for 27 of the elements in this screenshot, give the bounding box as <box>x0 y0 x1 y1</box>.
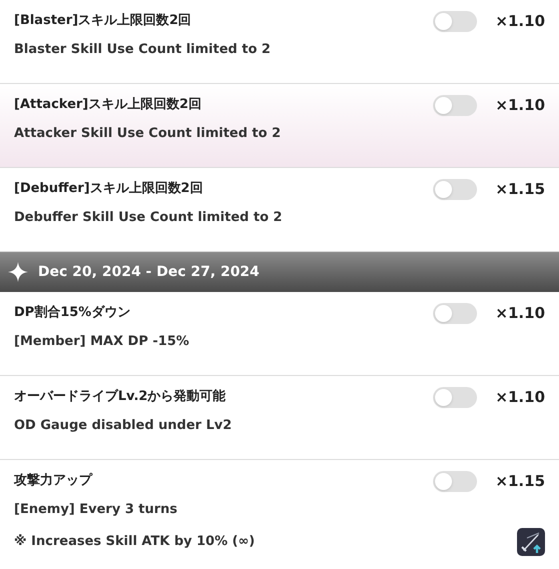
option-title: [Attacker]スキル上限回数2回 <box>14 96 202 114</box>
toggle-switch[interactable] <box>433 94 477 116</box>
toggle-switch[interactable] <box>433 470 477 492</box>
date-range: Dec 20, 2024 - Dec 27, 2024 <box>38 262 260 282</box>
option-description: [Enemy] Every 3 turns <box>14 501 178 519</box>
option-description: OD Gauge disabled under Lv2 <box>14 417 233 435</box>
multiplier: ×1.10 <box>494 94 545 116</box>
multiplier: ×1.10 <box>494 386 545 408</box>
multiplier: ×1.15 <box>494 178 545 200</box>
option-description: Attacker Skill Use Count limited to 2 <box>14 125 282 143</box>
option-description: Debuffer Skill Use Count limited to 2 <box>14 209 284 227</box>
toggle-switch[interactable] <box>433 178 477 200</box>
toggle-switch[interactable] <box>433 10 477 32</box>
option-title: 攻撃力アップ <box>14 472 94 490</box>
multiplier: ×1.10 <box>494 302 545 324</box>
effect-note: ※ Increases Skill ATK by 10% (∞) <box>14 532 255 551</box>
option-title: [Debuffer]スキル上限回数2回 <box>14 180 204 198</box>
option-title: DP割合15%ダウン <box>14 304 132 322</box>
toggle-switch[interactable] <box>433 386 477 408</box>
option-title: [Blaster]スキル上限回数2回 <box>14 12 192 30</box>
option-description: Blaster Skill Use Count limited to 2 <box>14 41 272 59</box>
sparkle-icon <box>8 262 28 282</box>
multiplier: ×1.10 <box>494 10 545 32</box>
multiplier: ×1.15 <box>494 470 545 492</box>
option-title: オーバードライブLv.2から発動可能 <box>14 388 227 406</box>
toggle-switch[interactable] <box>433 302 477 324</box>
option-description: [Member] MAX DP -15% <box>14 333 190 351</box>
